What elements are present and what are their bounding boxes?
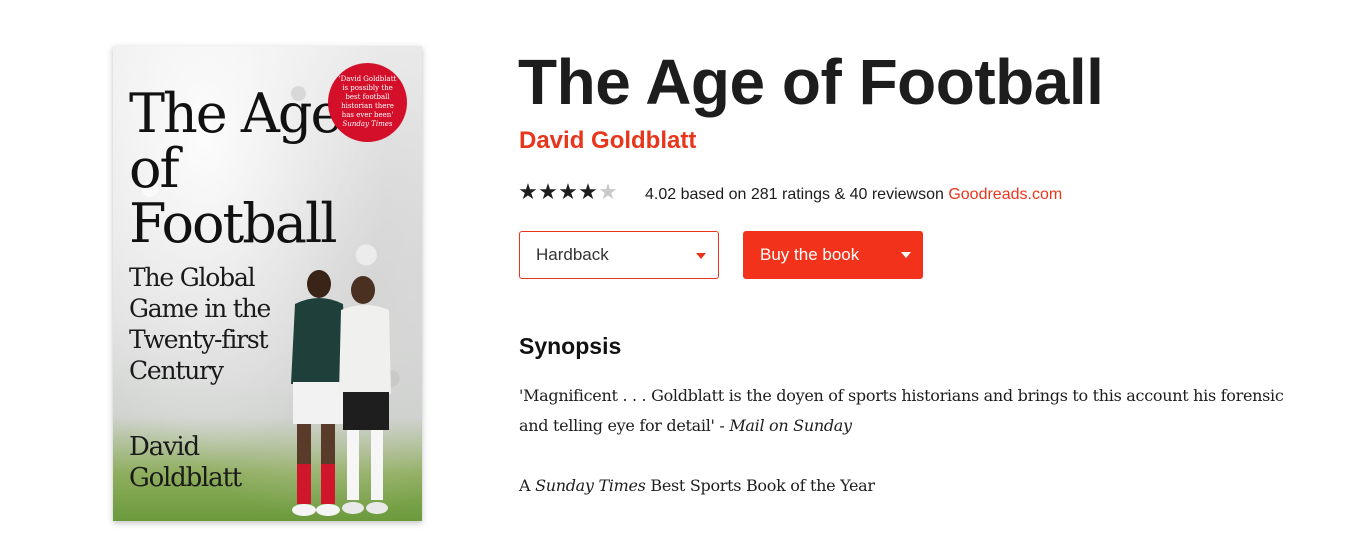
synopsis-heading: Synopsis [519, 333, 622, 359]
book-title: The Age of Football [518, 46, 1104, 118]
cover-players-illustration [291, 270, 391, 516]
award-publication: Sunday Times [535, 476, 646, 495]
buy-book-button[interactable]: Buy the book [743, 231, 923, 279]
chevron-down-icon [901, 252, 911, 258]
synopsis-quote-text: 'Magnificent . . . Goldblatt is the doye… [519, 386, 1284, 435]
synopsis-quote-source: Mail on Sunday [729, 416, 852, 435]
cover-title: The Age of Football [129, 82, 342, 255]
book-cover-image: The Age of Football The Global Game in t… [113, 46, 422, 521]
format-select[interactable]: Hardback [519, 231, 719, 279]
rating-summary: 4.02 based on 281 ratings & 40 reviewson… [645, 185, 1062, 205]
synopsis-award: A Sunday Times Best Sports Book of the Y… [519, 471, 1289, 501]
cover-author: David Goldblatt [129, 432, 242, 493]
goodreads-link[interactable]: Goodreads.com [948, 186, 1062, 203]
format-selected-value: Hardback [536, 245, 609, 264]
star-filled-icon: ★ [518, 180, 538, 205]
cover-subtitle: The Global Game in the Twenty-first Cent… [129, 263, 271, 385]
star-filled-icon: ★ [558, 180, 578, 205]
chevron-down-icon [696, 253, 706, 259]
badge-quote: 'David Goldblatt is possibly the best fo… [338, 75, 397, 119]
author-link[interactable]: David Goldblatt [519, 127, 696, 155]
star-filled-icon: ★ [578, 180, 598, 205]
star-empty-icon: ★ [598, 180, 618, 205]
award-suffix: Best Sports Book of the Year [650, 476, 875, 495]
star-rating: ★ ★ ★ ★ ★ [518, 180, 618, 206]
star-filled-icon: ★ [538, 180, 558, 205]
badge-source: Sunday Times [342, 120, 393, 128]
award-prefix: A [519, 476, 531, 495]
rating-text: 4.02 based on 281 ratings & 40 reviewson [645, 186, 944, 203]
buy-button-label: Buy the book [760, 245, 860, 264]
synopsis-quote: 'Magnificent . . . Goldblatt is the doye… [519, 381, 1289, 441]
cover-review-badge: 'David Goldblatt is possibly the best fo… [328, 63, 407, 142]
